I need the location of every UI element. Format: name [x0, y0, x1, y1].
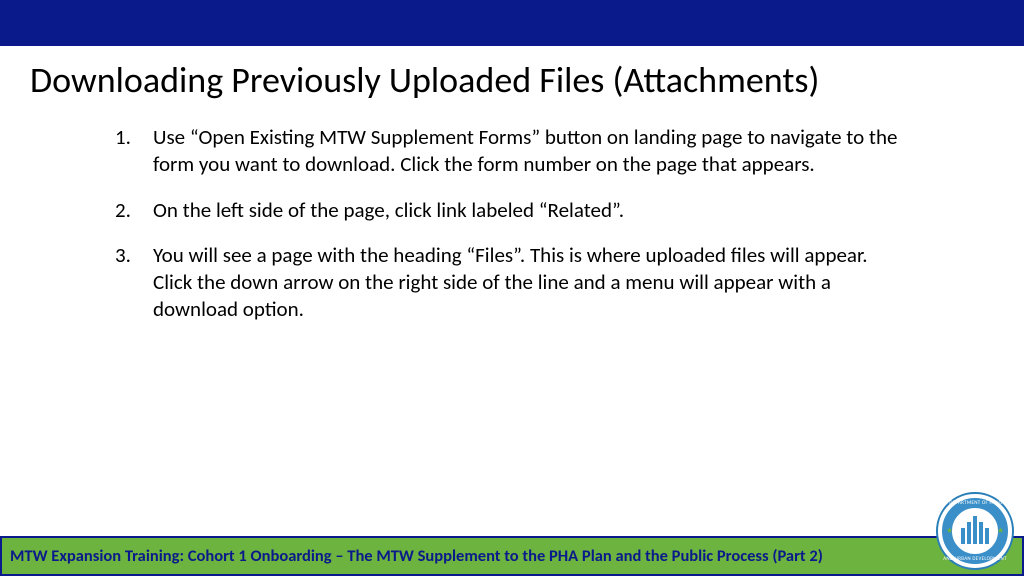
footer-bar: MTW Expansion Training: Cohort 1 Onboard… [0, 536, 1024, 576]
step-item: Use “Open Existing MTW Supplement Forms”… [115, 124, 909, 179]
step-item: You will see a page with the heading “Fi… [115, 242, 909, 324]
star-icon: ★ [997, 526, 1004, 536]
slide-title: Downloading Previously Uploaded Files (A… [0, 46, 1024, 102]
footer-text: MTW Expansion Training: Cohort 1 Onboard… [10, 546, 823, 566]
seal-text-top: U.S. DEPARTMENT OF HOUSING [938, 500, 1012, 506]
hud-seal-icon: U.S. DEPARTMENT OF HOUSING AND URBAN DEV… [936, 492, 1014, 570]
header-bar [0, 0, 1024, 46]
step-list: Use “Open Existing MTW Supplement Forms”… [115, 124, 909, 324]
content-area: Use “Open Existing MTW Supplement Forms”… [0, 102, 1024, 324]
step-item: On the left side of the page, click link… [115, 197, 909, 224]
seal-text-bottom: AND URBAN DEVELOPMENT [938, 556, 1012, 562]
star-icon: ★ [946, 526, 953, 536]
seal-buildings-icon [954, 510, 996, 552]
